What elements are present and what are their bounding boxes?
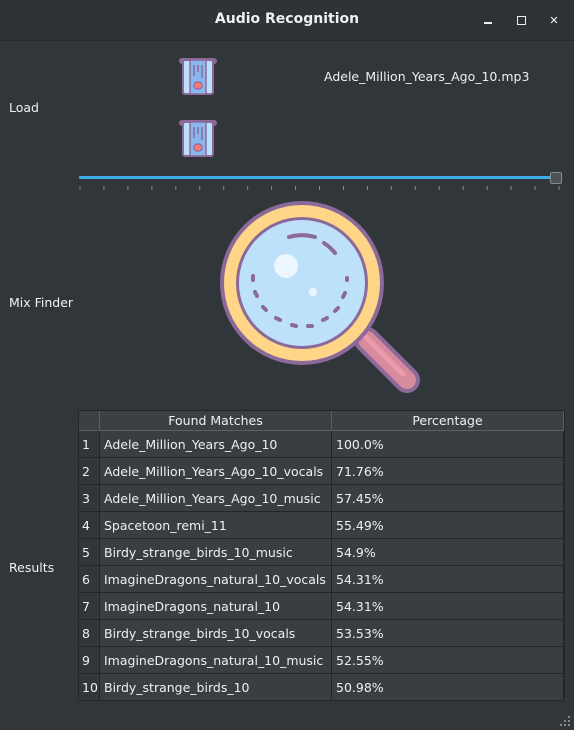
title-bar: Audio Recognition ✕: [0, 0, 574, 41]
mix-slider[interactable]: [79, 171, 562, 191]
slider-ticks: [79, 186, 560, 190]
match-cell[interactable]: ImagineDragons_natural_10_music: [99, 646, 332, 674]
close-icon: ✕: [549, 13, 559, 27]
results-label: Results: [9, 560, 55, 575]
percentage-cell[interactable]: 54.31%: [331, 592, 564, 620]
audio-file-icon: [179, 58, 217, 95]
row-index[interactable]: 5: [79, 538, 100, 566]
percentage-cell[interactable]: 52.55%: [331, 646, 564, 674]
match-cell[interactable]: Birdy_strange_birds_10_vocals: [99, 619, 332, 647]
match-cell[interactable]: Spacetoon_remi_11: [99, 511, 332, 539]
load-file-1-button[interactable]: [177, 56, 219, 96]
match-cell[interactable]: Adele_Million_Years_Ago_10_vocals: [99, 457, 332, 485]
match-cell[interactable]: ImagineDragons_natural_10_vocals: [99, 565, 332, 593]
table-row[interactable]: 3 Adele_Million_Years_Ago_10_music 57.45%: [79, 484, 564, 512]
percentage-cell[interactable]: 71.76%: [331, 457, 564, 485]
close-button[interactable]: ✕: [545, 11, 563, 29]
percentage-cell[interactable]: 54.9%: [331, 538, 564, 566]
table-row[interactable]: 10 Birdy_strange_birds_10 50.98%: [79, 673, 564, 701]
table-row[interactable]: 6 ImagineDragons_natural_10_vocals 54.31%: [79, 565, 564, 593]
minimize-icon: [484, 22, 492, 24]
row-index[interactable]: 7: [79, 592, 100, 620]
slider-handle[interactable]: [550, 172, 562, 184]
percentage-cell[interactable]: 100.0%: [331, 430, 564, 458]
maximize-button[interactable]: [512, 11, 530, 29]
table-row[interactable]: 4 Spacetoon_remi_11 55.49%: [79, 511, 564, 539]
loaded-file-name: Adele_Million_Years_Ago_10.mp3: [324, 69, 530, 84]
percentage-cell[interactable]: 55.49%: [331, 511, 564, 539]
table-row[interactable]: 9 ImagineDragons_natural_10_music 52.55%: [79, 646, 564, 674]
column-header-percentage[interactable]: Percentage: [331, 411, 564, 431]
row-index[interactable]: 8: [79, 619, 100, 647]
row-index[interactable]: 10: [79, 673, 100, 701]
match-cell[interactable]: Adele_Million_Years_Ago_10_music: [99, 484, 332, 512]
match-cell[interactable]: Birdy_strange_birds_10_music: [99, 538, 332, 566]
results-table: Found Matches Percentage 1 Adele_Million_…: [78, 410, 565, 701]
table-row[interactable]: 2 Adele_Million_Years_Ago_10_vocals 71.76%: [79, 457, 564, 485]
row-index[interactable]: 6: [79, 565, 100, 593]
table-header-row: Found Matches Percentage: [79, 411, 564, 431]
match-cell[interactable]: Birdy_strange_birds_10: [99, 673, 332, 701]
load-label: Load: [9, 100, 39, 115]
mix-finder-label: Mix Finder: [9, 295, 74, 310]
column-header-found-matches[interactable]: Found Matches: [99, 411, 332, 431]
percentage-cell[interactable]: 50.98%: [331, 673, 564, 701]
row-index[interactable]: 2: [79, 457, 100, 485]
row-index[interactable]: 4: [79, 511, 100, 539]
table-row[interactable]: 7 ImagineDragons_natural_10 54.31%: [79, 592, 564, 620]
percentage-cell[interactable]: 57.45%: [331, 484, 564, 512]
match-cell[interactable]: Adele_Million_Years_Ago_10: [99, 430, 332, 458]
row-index[interactable]: 9: [79, 646, 100, 674]
load-file-2-button[interactable]: [177, 118, 219, 158]
row-index[interactable]: 1: [79, 430, 100, 458]
table-row[interactable]: 8 Birdy_strange_birds_10_vocals 53.53%: [79, 619, 564, 647]
resize-grip-icon[interactable]: [559, 715, 571, 727]
percentage-cell[interactable]: 53.53%: [331, 619, 564, 647]
table-corner[interactable]: [79, 411, 100, 431]
match-cell[interactable]: ImagineDragons_natural_10: [99, 592, 332, 620]
table-row[interactable]: 5 Birdy_strange_birds_10_music 54.9%: [79, 538, 564, 566]
mix-finder-button[interactable]: [217, 198, 423, 400]
table-row[interactable]: 1 Adele_Million_Years_Ago_10 100.0%: [79, 430, 564, 458]
row-index[interactable]: 3: [79, 484, 100, 512]
maximize-icon: [516, 15, 526, 25]
slider-track: [79, 176, 552, 179]
minimize-button[interactable]: [479, 11, 497, 29]
percentage-cell[interactable]: 54.31%: [331, 565, 564, 593]
audio-file-icon: [179, 120, 217, 157]
magnifier-icon: [220, 201, 420, 393]
